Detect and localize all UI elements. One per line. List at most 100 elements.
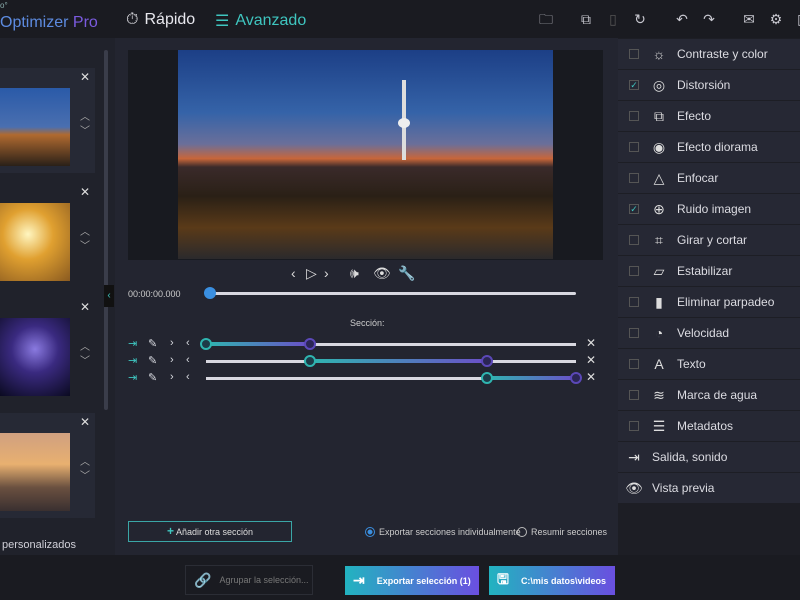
effect-item[interactable]: ◉ Efecto diorama [618,132,800,162]
effect-item[interactable]: ⌗ Girar y cortar [618,225,800,255]
checkbox[interactable]: ✓ [629,80,639,90]
mail-icon[interactable]: ✉ [740,10,758,28]
file-item[interactable]: ✕ ︿ ﹀ [0,68,95,173]
group-selection-button[interactable]: 🔗 Agrupar la selección... [185,565,313,595]
effect-item[interactable]: ▱ Estabilizar [618,256,800,286]
delete-icon[interactable]: ▯ [604,10,622,28]
export-icon: ⇥ [353,572,365,588]
checkbox[interactable] [629,49,639,59]
reset-icon[interactable]: ↻ [631,10,649,28]
effect-item[interactable]: ⧉ Efecto [618,101,800,131]
chevron-down-icon[interactable]: ﹀ [80,122,90,137]
close-icon[interactable]: ✕ [586,353,596,367]
file-item[interactable]: ✕ ︿ ﹀ [0,298,95,403]
checkbox[interactable] [629,390,639,400]
chevron-up-icon[interactable]: ︿ [80,338,90,353]
section-end-handle[interactable] [303,338,316,350]
close-icon[interactable]: ✕ [80,70,90,84]
checkbox[interactable] [629,111,639,121]
checkbox[interactable] [629,235,639,245]
checkbox[interactable]: ✓ [629,204,639,214]
radio-export-individually[interactable]: Exportar secciones individualmente [365,527,521,537]
output-path-button[interactable]: 🖫 C:\mis datos\videos [489,566,615,595]
set-start-icon[interactable]: › [170,337,174,349]
add-section-button[interactable]: + Añadir otra sección [128,521,292,542]
video-content [398,118,410,128]
pencil-icon[interactable]: ✎ [148,354,157,367]
next-frame-icon[interactable]: › [324,265,329,281]
section-end-handle[interactable] [481,355,494,367]
timeline-track[interactable] [210,292,576,295]
export-selection-button[interactable]: ⇥ Exportar selección (1) [345,566,479,595]
checkbox[interactable] [629,266,639,276]
prev-frame-icon[interactable]: ‹ [291,265,296,281]
scrollbar[interactable] [104,50,108,410]
radio-merge-sections[interactable]: Resumir secciones [517,527,607,537]
effect-item[interactable]: ▮ Eliminar parpadeo [618,287,800,317]
thumbnail [0,433,70,511]
panel-item[interactable]: ⇥ Salida, sonido [618,442,800,472]
panel-item-icon: ⇥ [628,448,640,465]
chevron-up-icon[interactable]: ︿ [80,108,90,123]
close-icon[interactable]: ✕ [586,370,596,384]
collapse-panel-button[interactable]: ‹ [104,285,114,307]
effect-item[interactable]: ☰ Metadatos [618,411,800,441]
volume-icon[interactable]: 🕪 [350,265,359,282]
effect-item[interactable]: ☼ Contraste y color [618,39,800,69]
chevron-down-icon[interactable]: ﹀ [80,237,90,252]
effect-item[interactable]: ◔ Velocidad [618,318,800,348]
gear-icon[interactable]: ⚙ [767,10,785,28]
set-end-icon[interactable]: ‹ [186,354,190,366]
eye-icon[interactable]: 👁 [373,265,391,282]
chevron-up-icon[interactable]: ︿ [80,223,90,238]
effect-item[interactable]: ✓ ⊕ Ruido imagen [618,194,800,224]
close-icon[interactable]: ✕ [80,415,90,429]
tab-advanced[interactable]: ☰ Avanzado [215,11,306,31]
section-row: ⇥ ✎ › ‹ ✕ [128,353,598,368]
window-icon[interactable]: ▯ [792,10,800,28]
pencil-icon[interactable]: ✎ [148,371,157,384]
effect-item[interactable]: A Texto [618,349,800,379]
chevron-up-icon[interactable]: ︿ [80,453,90,468]
export-section-icon[interactable]: ⇥ [128,371,137,384]
checkbox[interactable] [629,359,639,369]
checkbox[interactable] [629,297,639,307]
effect-label: Contraste y color [677,47,768,61]
checkbox[interactable] [629,328,639,338]
file-item[interactable]: ✕ ︿ ﹀ [0,413,95,518]
export-section-icon[interactable]: ⇥ [128,354,137,367]
timeline-handle[interactable] [204,287,216,299]
section-start-handle[interactable] [200,338,212,350]
copy-icon[interactable]: ⧉ [577,10,595,28]
export-section-icon[interactable]: ⇥ [128,337,137,350]
checkbox[interactable] [629,142,639,152]
set-end-icon[interactable]: ‹ [186,371,190,383]
section-start-handle[interactable] [481,372,494,384]
close-icon[interactable]: ✕ [586,336,596,350]
thumbnail [0,203,70,281]
wrench-icon[interactable]: 🔧 [398,265,415,282]
set-start-icon[interactable]: › [170,371,174,383]
pencil-icon[interactable]: ✎ [148,337,157,350]
effect-item[interactable]: △ Enfocar [618,163,800,193]
set-end-icon[interactable]: ‹ [186,337,190,349]
effect-item[interactable]: ≋ Marca de agua [618,380,800,410]
checkbox[interactable] [629,173,639,183]
folder-icon[interactable]: 🗀 [537,10,555,28]
file-item[interactable]: ✕ ︿ ﹀ [0,183,95,288]
checkbox[interactable] [629,421,639,431]
chevron-down-icon[interactable]: ﹀ [80,467,90,482]
close-icon[interactable]: ✕ [80,300,90,314]
set-start-icon[interactable]: › [170,354,174,366]
play-icon[interactable]: ▷ [306,265,317,282]
redo-icon[interactable]: ↷ [700,10,718,28]
custom-presets-label: personalizados [2,539,76,551]
chevron-down-icon[interactable]: ﹀ [80,352,90,367]
section-start-handle[interactable] [303,355,316,367]
section-end-handle[interactable] [570,372,582,384]
effect-item[interactable]: ✓ ◎ Distorsión [618,70,800,100]
tab-fast[interactable]: ⏱ Rápido [126,11,195,29]
close-icon[interactable]: ✕ [80,185,90,199]
panel-item[interactable]: 👁 Vista previa [618,473,800,503]
undo-icon[interactable]: ↶ [673,10,691,28]
